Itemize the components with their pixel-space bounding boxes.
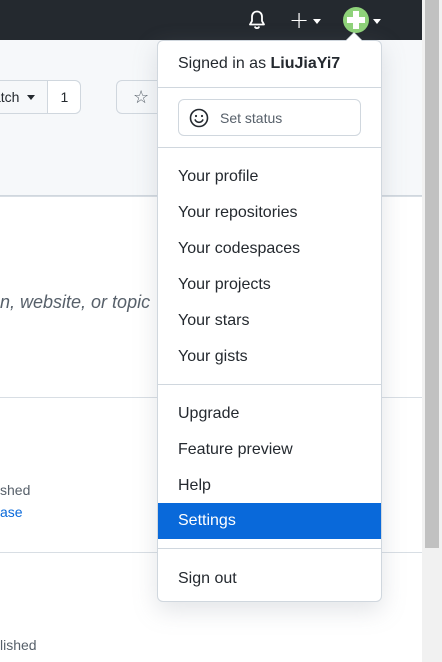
- watch-count-value: 1: [60, 89, 69, 105]
- signed-in-username: LiuJiaYi7: [270, 55, 341, 72]
- set-status-label: Set status: [220, 109, 283, 126]
- about-placeholder: n, website, or topic: [0, 292, 151, 312]
- chevron-down-icon: [27, 94, 36, 100]
- watch-button-group[interactable]: atch 1: [0, 80, 82, 114]
- menu-pointer: [346, 33, 362, 41]
- menu-divider: [158, 384, 381, 385]
- notifications-button[interactable]: [246, 8, 268, 32]
- menu-item-help[interactable]: Help: [158, 468, 381, 504]
- menu-item-feature-preview[interactable]: Feature preview: [158, 432, 381, 468]
- menu-item-settings[interactable]: Settings: [158, 503, 381, 539]
- user-menu-button[interactable]: [340, 7, 384, 33]
- menu-item-upgrade[interactable]: Upgrade: [158, 396, 381, 432]
- signed-in-header: Signed in as LiuJiaYi7: [178, 55, 340, 73]
- menu-divider: [158, 87, 381, 88]
- menu-item-your-gists[interactable]: Your gists: [158, 339, 381, 375]
- menu-divider: [158, 147, 381, 148]
- smiley-icon: [189, 108, 209, 128]
- menu-item-your-projects[interactable]: Your projects: [158, 267, 381, 303]
- watch-label: atch: [0, 89, 20, 105]
- set-status-button[interactable]: Set status: [178, 99, 361, 136]
- menu-item-your-codespaces[interactable]: Your codespaces: [158, 231, 381, 267]
- chevron-down-icon: [313, 18, 322, 24]
- release-status: lished: [0, 637, 37, 653]
- watch-button[interactable]: atch: [0, 81, 47, 113]
- release-status: shed: [0, 482, 31, 498]
- menu-item-your-profile[interactable]: Your profile: [158, 159, 381, 195]
- menu-divider: [158, 548, 381, 549]
- release-link[interactable]: ase: [0, 504, 23, 520]
- signed-in-prefix: Signed in as: [178, 55, 267, 72]
- create-new-button[interactable]: +: [286, 8, 324, 32]
- menu-item-sign-out[interactable]: Sign out: [158, 561, 381, 597]
- plus-icon: +: [288, 6, 310, 34]
- chevron-down-icon: [373, 18, 381, 24]
- watch-count[interactable]: 1: [47, 81, 81, 113]
- menu-item-your-repositories[interactable]: Your repositories: [158, 195, 381, 231]
- scrollbar-thumb[interactable]: [425, 0, 439, 548]
- star-icon: ☆: [133, 87, 150, 108]
- menu-item-your-stars[interactable]: Your stars: [158, 303, 381, 339]
- avatar: [343, 7, 369, 33]
- bell-icon: [249, 10, 265, 29]
